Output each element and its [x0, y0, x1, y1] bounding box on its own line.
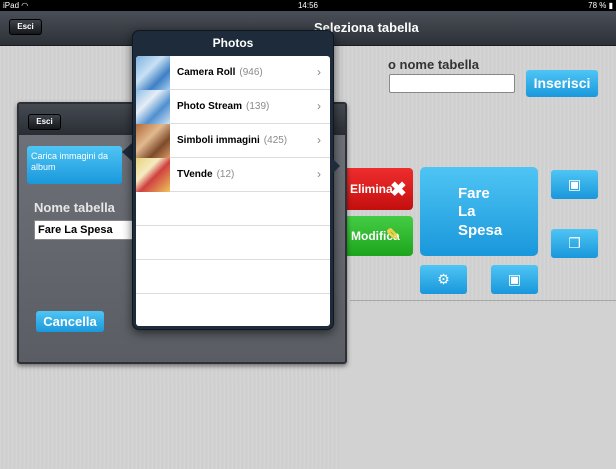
settings-button[interactable]: ⚙: [420, 265, 467, 294]
document-icon: ❐: [568, 235, 581, 251]
empty-row: [136, 260, 330, 294]
empty-row: [136, 192, 330, 226]
table-name-label: o nome tabella: [388, 57, 480, 72]
tile-line-3: Spesa: [458, 222, 503, 239]
exit-button-panel[interactable]: Esci: [28, 114, 61, 130]
album-thumbnail: [136, 56, 170, 90]
album-row-camera-roll[interactable]: Camera Roll (946) ›: [136, 56, 330, 90]
tile-line-1: Fare: [458, 185, 490, 202]
chevron-right-icon: ›: [317, 167, 321, 181]
panel-table-name-label: Nome tabella: [34, 200, 115, 215]
photos-popover: Photos Camera Roll (946) › Photo Stream (1…: [132, 30, 340, 330]
album-row-simboli-immagini[interactable]: Simboli immagini (425) ›: [136, 124, 330, 158]
contact-button-top[interactable]: ▣: [551, 170, 598, 199]
delete-button[interactable]: Elimina ✖: [340, 168, 413, 210]
exit-button-top[interactable]: Esci: [9, 19, 42, 35]
album-thumbnail: [136, 158, 170, 192]
album-name: Camera Roll (946): [177, 67, 263, 78]
divider: [350, 300, 616, 301]
load-images-button[interactable]: Carica immagini da album: [27, 146, 122, 184]
album-name: TVende (12): [177, 169, 235, 180]
copy-button[interactable]: ❐: [551, 229, 598, 258]
table-tile-fare-la-spesa[interactable]: Fare La Spesa: [420, 167, 538, 256]
panel-table-name-input[interactable]: Fare La Spesa: [34, 220, 134, 240]
chevron-right-icon: ›: [317, 65, 321, 79]
x-icon: ✖: [390, 179, 407, 201]
album-thumbnail: [136, 124, 170, 158]
status-battery: 78 % ▮: [588, 1, 613, 10]
album-name: Simboli immagini (425): [177, 135, 288, 146]
album-row-photo-stream[interactable]: Photo Stream (139) ›: [136, 90, 330, 124]
cancel-button[interactable]: Cancella: [36, 311, 104, 332]
popover-arrow-right: [330, 156, 340, 176]
popover-arrow-left: [122, 143, 132, 161]
gear-icon: ⚙: [437, 271, 450, 287]
album-name: Photo Stream (139): [177, 101, 270, 112]
empty-row: [136, 226, 330, 260]
status-bar: iPad ◠ 14:56 78 % ▮: [0, 0, 616, 11]
table-name-input[interactable]: [389, 74, 515, 93]
album-list: Camera Roll (946) › Photo Stream (139) › S…: [136, 56, 330, 326]
contact-button-bottom[interactable]: ▣: [491, 265, 538, 294]
delete-label: Elimina: [350, 182, 393, 196]
tile-line-2: La: [458, 203, 476, 220]
empty-row: [136, 294, 330, 326]
album-thumbnail: [136, 90, 170, 124]
pencil-icon: ✎: [386, 227, 400, 244]
chevron-right-icon: ›: [317, 133, 321, 147]
person-card-icon: ▣: [567, 176, 582, 192]
edit-button[interactable]: Modifica ✎: [340, 216, 413, 256]
popover-title: Photos: [212, 36, 254, 50]
insert-button[interactable]: Inserisci: [526, 70, 598, 97]
album-row-tvende[interactable]: TVende (12) ›: [136, 158, 330, 192]
chevron-right-icon: ›: [317, 99, 321, 113]
battery-icon: ▮: [608, 1, 613, 10]
person-card-icon: ▣: [507, 271, 522, 287]
bottom-area: [340, 303, 616, 469]
status-time: 14:56: [297, 1, 319, 10]
